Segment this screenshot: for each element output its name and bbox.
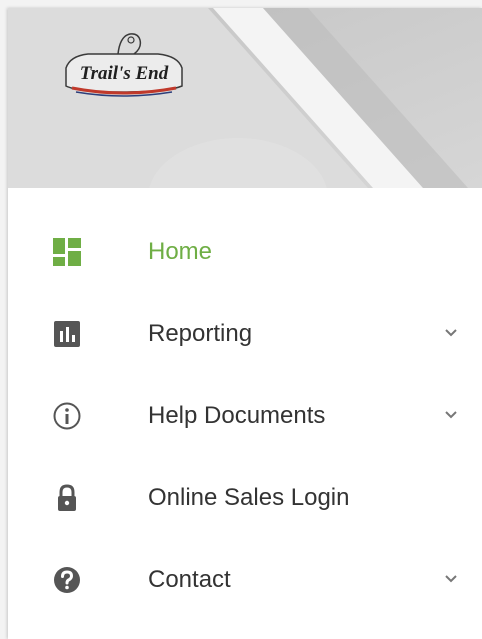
nav-item-label: Home xyxy=(148,238,213,265)
nav-item-home[interactable]: Home xyxy=(8,213,482,295)
nav-item-contact[interactable]: Contact xyxy=(8,541,482,623)
nav-item-label: Reporting xyxy=(148,320,253,347)
app: Trail's End Home Reporting Help Document… xyxy=(0,0,482,639)
lock-icon xyxy=(58,484,76,511)
nav-item-online-sales-login[interactable]: Online Sales Login xyxy=(8,459,482,541)
chevron-down-icon[interactable] xyxy=(444,572,458,586)
logo-text: Trail's End xyxy=(79,63,169,84)
nav-menu: Home Reporting Help Documents Online Sal… xyxy=(8,213,482,623)
menu-banner: Trail's End xyxy=(8,8,482,188)
nav-item-label: Contact xyxy=(148,566,231,593)
nav-item-help-documents[interactable]: Help Documents xyxy=(8,377,482,459)
bar-chart-icon xyxy=(54,321,80,347)
trails-end-logo[interactable]: Trail's End xyxy=(58,28,188,100)
info-icon xyxy=(53,402,81,430)
chevron-down-icon[interactable] xyxy=(444,408,458,422)
nav-item-label: Help Documents xyxy=(148,402,326,429)
dashboard-grid-icon xyxy=(53,238,81,266)
side-menu-panel: Trail's End Home Reporting Help Document… xyxy=(8,8,482,639)
nav-item-reporting[interactable]: Reporting xyxy=(8,295,482,377)
question-icon xyxy=(54,567,80,593)
nav-item-label: Online Sales Login xyxy=(148,484,350,511)
chevron-down-icon[interactable] xyxy=(444,326,458,340)
